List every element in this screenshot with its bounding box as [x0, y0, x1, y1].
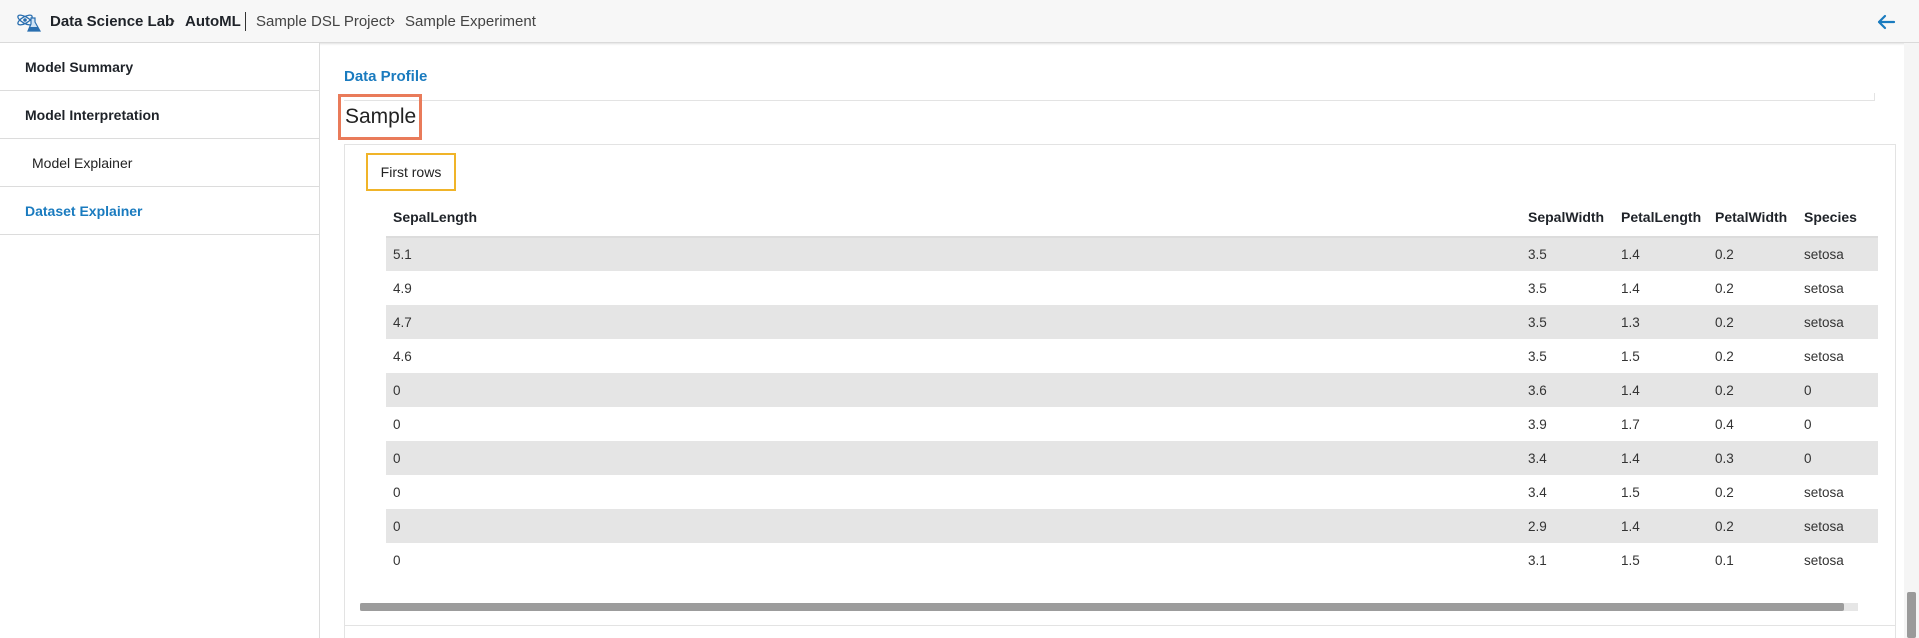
- table-cell: 1.5: [1621, 552, 1640, 568]
- table-row: 0 3.6 1.4 0.2 0: [386, 373, 1878, 407]
- table-row: 0 3.1 1.5 0.1 setosa: [386, 543, 1878, 577]
- divider: [1874, 93, 1875, 101]
- table-cell: 1.4: [1621, 280, 1640, 296]
- table-header-row: SepalLength SepalWidth PetalLength Petal…: [386, 197, 1878, 238]
- table-cell: 3.4: [1521, 441, 1614, 475]
- top-header: Data Science Lab › AutoML Sample DSL Pro…: [0, 0, 1919, 43]
- table-cell: 5.1: [386, 237, 1521, 271]
- table-cell: 3.1: [1528, 552, 1547, 568]
- table-cell: 4.7: [386, 305, 1521, 339]
- table-cell: 0.2: [1708, 373, 1797, 407]
- table-cell: 0.2: [1708, 237, 1797, 271]
- table-cell: 2.9: [1521, 509, 1614, 543]
- table-cell: 3.5: [1521, 237, 1614, 271]
- breadcrumb-project[interactable]: Sample DSL Project: [256, 13, 391, 30]
- table-cell: 0.2: [1708, 509, 1797, 543]
- sample-table: SepalLength SepalWidth PetalLength Petal…: [386, 197, 1878, 577]
- table-cell: 0.1: [1715, 552, 1734, 568]
- vertical-scrollbar-track[interactable]: [1904, 43, 1919, 638]
- section-title: Sample: [338, 94, 422, 140]
- table-cell: 1.4: [1614, 373, 1708, 407]
- chevron-right-icon: ›: [170, 12, 175, 29]
- vertical-scrollbar-thumb[interactable]: [1907, 592, 1916, 638]
- divider: [344, 100, 1875, 101]
- table-cell: 0: [1797, 373, 1878, 407]
- table-row: 0 3.4 1.4 0.3 0: [386, 441, 1878, 475]
- table-cell: 0.4: [1715, 416, 1734, 432]
- table-cell: 1.5: [1621, 348, 1640, 364]
- breadcrumb-experiment[interactable]: Sample Experiment: [405, 13, 536, 30]
- table-row: 0 3.4 1.5 0.2 setosa: [386, 475, 1878, 509]
- table-cell: 4.9: [393, 280, 412, 296]
- divider: [344, 625, 1896, 626]
- table-row: 0 2.9 1.4 0.2 setosa: [386, 509, 1878, 543]
- table-cell: 3.5: [1521, 305, 1614, 339]
- table-row: 4.6 3.5 1.5 0.2 setosa: [386, 339, 1878, 373]
- table-cell: 0: [1797, 441, 1878, 475]
- table-cell: 3.4: [1528, 484, 1547, 500]
- table-cell: setosa: [1797, 237, 1878, 271]
- table-cell: 1.7: [1621, 416, 1640, 432]
- sidebar: Model Summary Model Interpretation Model…: [0, 43, 320, 638]
- subsection-title: First rows: [366, 153, 456, 191]
- flask-atom-icon[interactable]: [16, 10, 42, 34]
- table-cell: 1.4: [1614, 509, 1708, 543]
- table-cell: 0: [1804, 416, 1812, 432]
- table-cell: 1.4: [1614, 441, 1708, 475]
- sidebar-item-dataset-explainer[interactable]: Dataset Explainer: [0, 187, 319, 235]
- table-row: 0 3.9 1.7 0.4 0: [386, 407, 1878, 441]
- table-cell: 0.3: [1708, 441, 1797, 475]
- table-cell: 3.9: [1528, 416, 1547, 432]
- table-cell: setosa: [1804, 348, 1844, 364]
- table-cell: setosa: [1804, 552, 1844, 568]
- column-header[interactable]: PetalLength: [1614, 197, 1708, 238]
- table-cell: 1.5: [1621, 484, 1640, 500]
- breadcrumb-divider: [245, 12, 246, 31]
- chevron-right-icon: ›: [390, 12, 395, 29]
- data-profile-link[interactable]: Data Profile: [344, 68, 427, 85]
- column-header[interactable]: PetalWidth: [1708, 197, 1797, 238]
- column-header[interactable]: Species: [1797, 197, 1878, 238]
- horizontal-scrollbar-thumb[interactable]: [360, 603, 1844, 611]
- sidebar-item-model-explainer[interactable]: Model Explainer: [0, 139, 319, 187]
- table-cell: 0.2: [1708, 305, 1797, 339]
- table-row: 5.1 3.5 1.4 0.2 setosa: [386, 237, 1878, 271]
- table-cell: 3.5: [1528, 280, 1547, 296]
- table-cell: setosa: [1804, 280, 1844, 296]
- table-cell: setosa: [1804, 484, 1844, 500]
- table-cell: 4.6: [393, 348, 412, 364]
- table-cell: 3.6: [1521, 373, 1614, 407]
- sidebar-item-model-summary[interactable]: Model Summary: [0, 43, 319, 91]
- table-cell: 3.5: [1528, 348, 1547, 364]
- table-cell: 0: [393, 484, 401, 500]
- table-cell: 1.3: [1614, 305, 1708, 339]
- table-cell: 0: [386, 441, 1521, 475]
- table-cell: 0.2: [1715, 348, 1734, 364]
- breadcrumb-data-science-lab[interactable]: Data Science Lab: [50, 13, 174, 30]
- column-header[interactable]: SepalWidth: [1521, 197, 1614, 238]
- table-cell: 0: [393, 416, 401, 432]
- breadcrumb-automl[interactable]: AutoML: [185, 13, 241, 30]
- table-cell: 0: [393, 552, 401, 568]
- table-cell: 0.2: [1715, 484, 1734, 500]
- sidebar-item-model-interpretation[interactable]: Model Interpretation: [0, 91, 319, 139]
- table-cell: 0: [386, 373, 1521, 407]
- table-cell: setosa: [1797, 305, 1878, 339]
- table-cell: setosa: [1797, 509, 1878, 543]
- column-header[interactable]: SepalLength: [386, 197, 1521, 238]
- table-row: 4.7 3.5 1.3 0.2 setosa: [386, 305, 1878, 339]
- table-cell: 0: [386, 509, 1521, 543]
- main-content: Data Profile Sample First rows SepalLeng…: [321, 43, 1919, 638]
- table-cell: 1.4: [1614, 237, 1708, 271]
- table-cell: 0.2: [1715, 280, 1734, 296]
- arrow-left-icon[interactable]: [1876, 12, 1896, 32]
- table-row: 4.9 3.5 1.4 0.2 setosa: [386, 271, 1878, 305]
